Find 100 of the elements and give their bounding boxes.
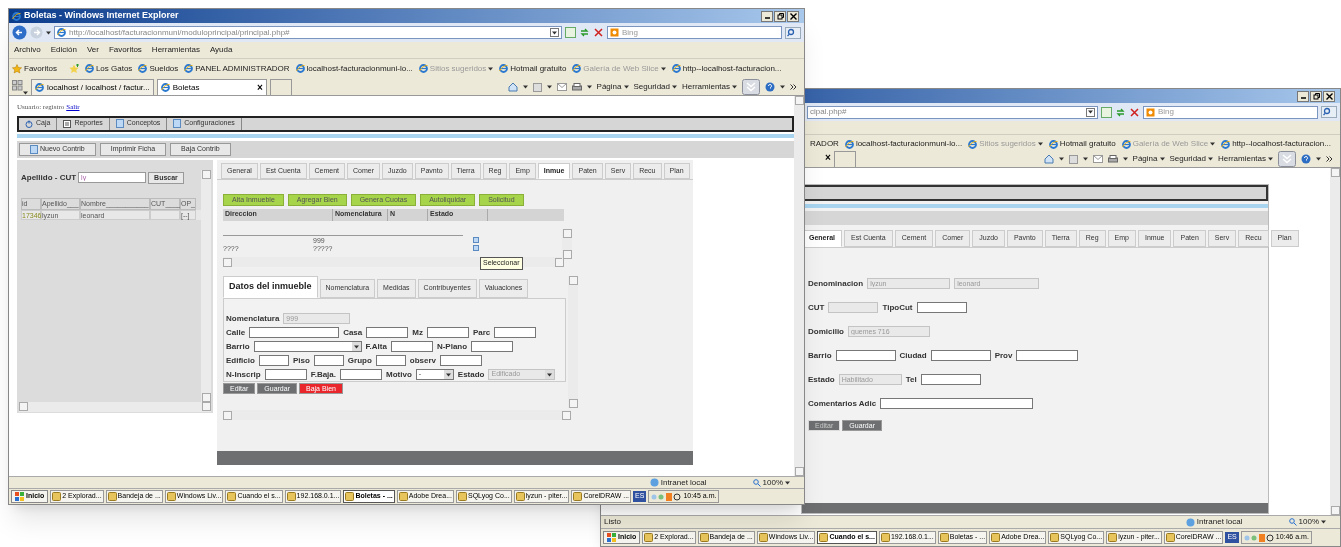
menu-item[interactable]: Ayuda — [209, 44, 233, 56]
app-icon — [398, 492, 408, 501]
stop-icon[interactable] — [593, 27, 604, 38]
close-button[interactable] — [787, 10, 799, 22]
input-field[interactable] — [426, 327, 469, 338]
browser-icon — [160, 83, 170, 92]
caret-icon[interactable] — [1058, 157, 1064, 161]
caret-icon[interactable] — [586, 85, 592, 89]
favorite-link[interactable]: http--localhost-facturacion... — [671, 62, 782, 75]
back-icon[interactable] — [12, 25, 27, 40]
menu-item[interactable]: Herramientas — [151, 44, 200, 56]
input-field[interactable] — [264, 369, 307, 380]
minimize-button[interactable] — [1297, 90, 1309, 102]
browser-tab[interactable]: Boletas × — [156, 79, 267, 95]
mail-icon[interactable] — [1092, 155, 1103, 163]
printer-icon[interactable] — [1107, 154, 1118, 164]
input-field[interactable] — [920, 374, 981, 385]
caret-icon[interactable] — [46, 30, 51, 35]
input-field[interactable] — [494, 327, 537, 338]
caret-icon[interactable] — [1122, 157, 1128, 161]
address-bar[interactable]: http://localhost/facturacionmuni/moduloprincipal/principal.php# — [54, 26, 562, 39]
command-menu[interactable]: Herramientas — [682, 81, 737, 93]
dropdown[interactable] — [253, 341, 362, 352]
chevron-icon[interactable] — [1326, 156, 1333, 162]
favorite-link[interactable]: RADOR — [810, 138, 839, 150]
menu-item[interactable]: Edición — [50, 44, 77, 56]
favorite-link[interactable]: Hotmail gratuito — [1048, 138, 1116, 150]
input-field[interactable] — [366, 327, 409, 338]
add-favorite-icon[interactable] — [68, 63, 79, 74]
new-tab-button[interactable] — [833, 151, 856, 167]
input-field[interactable] — [390, 341, 433, 352]
command-menu[interactable]: Página — [1132, 153, 1165, 165]
input-field[interactable] — [1016, 350, 1079, 361]
compatibility-icon[interactable] — [1101, 106, 1112, 118]
command-menu[interactable]: Página — [596, 81, 629, 93]
feed-icon[interactable] — [532, 82, 542, 92]
field-label: N-Plano — [436, 340, 468, 353]
compatibility-icon[interactable] — [565, 27, 576, 38]
zoom-button[interactable]: 100% — [1288, 516, 1340, 528]
caret-icon[interactable] — [1316, 157, 1321, 161]
minimize-button[interactable] — [761, 10, 773, 22]
app-icon — [227, 492, 237, 501]
favorite-link[interactable]: PANEL ADMINISTRADOR — [184, 62, 290, 75]
browser-icon — [1121, 139, 1131, 149]
tab[interactable]: Datos del inmueble — [223, 276, 318, 298]
input-field[interactable] — [440, 355, 483, 366]
search-icon[interactable] — [1321, 106, 1337, 118]
chevron-icon[interactable] — [790, 84, 797, 90]
favorite-link[interactable]: Sueldos — [138, 62, 179, 75]
favorite-link[interactable]: Hotmail gratuito — [499, 62, 567, 75]
help-icon[interactable] — [1301, 154, 1311, 164]
command-menu[interactable]: Seguridad — [1169, 153, 1213, 165]
favorite-link[interactable]: http--localhost-facturacion... — [1221, 138, 1331, 150]
restore-button[interactable] — [774, 10, 786, 22]
browser-tab[interactable]: localhost / localhost / factur... — [31, 79, 154, 95]
zoom-button[interactable]: 100% — [752, 476, 804, 489]
command-menu[interactable]: Herramientas — [1218, 153, 1273, 165]
home-icon[interactable] — [507, 82, 518, 92]
caret-icon — [1321, 520, 1326, 524]
caret-icon — [445, 372, 451, 377]
favorite-link[interactable]: localhost-facturacionmuni-lo... — [295, 62, 413, 75]
input-field[interactable] — [835, 350, 896, 361]
favorite-link[interactable]: Los Gatos — [84, 62, 133, 75]
close-tab-button[interactable]: × — [825, 150, 831, 165]
input-field[interactable] — [258, 355, 289, 366]
printer-icon[interactable] — [571, 82, 582, 92]
input-field[interactable] — [340, 369, 382, 380]
star-icon — [12, 63, 22, 74]
menu-item[interactable]: Favoritos — [108, 44, 142, 56]
favorites-button[interactable]: Favoritos — [12, 62, 63, 75]
refresh-icon[interactable] — [579, 27, 590, 38]
search-icon[interactable] — [785, 26, 801, 39]
caret-icon[interactable] — [546, 85, 552, 89]
input-field[interactable] — [249, 327, 340, 338]
new-tab-button[interactable] — [269, 79, 292, 95]
favorite-link[interactable]: localhost-facturacionmuni-lo... — [844, 138, 963, 150]
close-tab-button[interactable]: × — [256, 80, 263, 95]
refresh-icon[interactable] — [1115, 106, 1126, 118]
restore-button[interactable] — [1310, 90, 1322, 102]
menu-item[interactable]: Ver — [86, 44, 99, 56]
field-label: Domicilio — [808, 325, 844, 338]
menu-item[interactable]: Archivo — [14, 44, 41, 56]
help-icon[interactable] — [765, 82, 775, 92]
input-field[interactable] — [916, 302, 967, 313]
expand-overlay-icon[interactable] — [1278, 151, 1296, 167]
close-button[interactable] — [1323, 90, 1335, 102]
input-field[interactable] — [471, 341, 514, 352]
input-field[interactable] — [880, 398, 1034, 409]
caret-icon[interactable] — [1082, 157, 1088, 161]
command-menu[interactable]: Seguridad — [633, 81, 677, 93]
caret-icon[interactable] — [522, 85, 528, 89]
mail-icon[interactable] — [556, 83, 567, 91]
browser-icon — [418, 64, 428, 73]
stop-icon[interactable] — [1129, 106, 1140, 118]
address-bar[interactable]: cipal.php# — [807, 105, 1098, 119]
expand-overlay-icon[interactable] — [742, 79, 760, 95]
input-field[interactable] — [930, 350, 991, 361]
input-field[interactable] — [313, 355, 344, 366]
input-field[interactable] — [375, 355, 406, 366]
feed-icon[interactable] — [1068, 154, 1078, 164]
